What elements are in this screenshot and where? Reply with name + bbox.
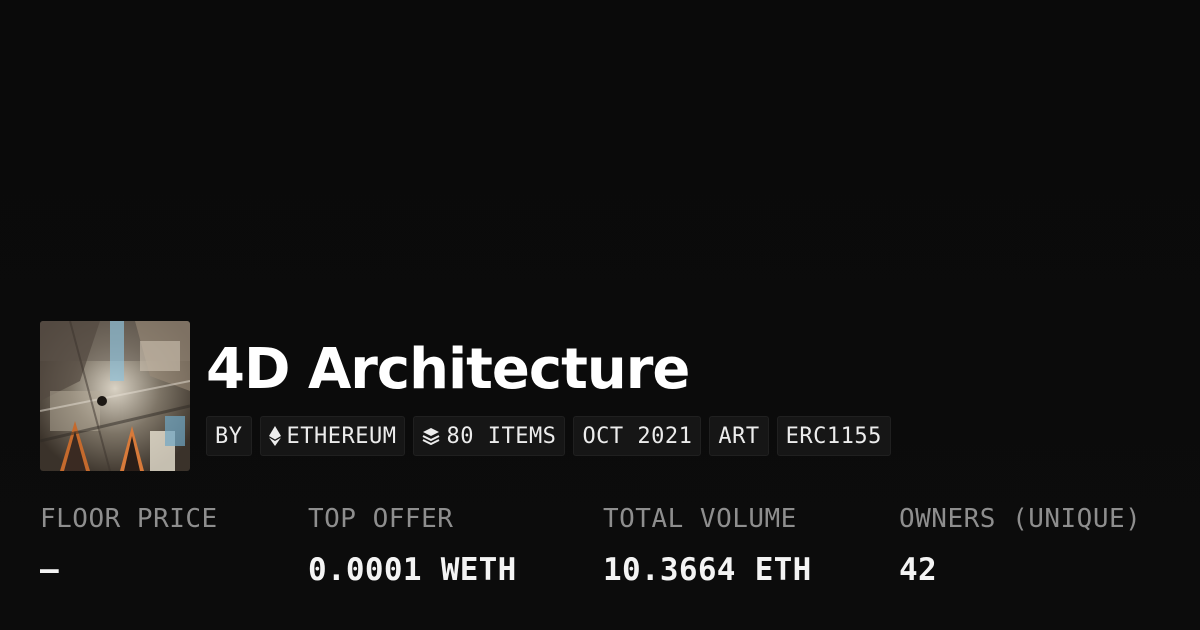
tag-chain[interactable]: ETHEREUM	[259, 416, 406, 456]
stat-label: FLOOR PRICE	[40, 504, 218, 534]
stat-value: 42	[899, 552, 937, 588]
stat-floor-price: FLOOR PRICE —	[40, 504, 308, 588]
tag-by[interactable]: BY	[206, 416, 252, 456]
tag-label: BY	[215, 423, 243, 449]
stat-total-volume: TOTAL VOLUME 10.3664 ETH	[603, 504, 899, 588]
tag-label: OCT 2021	[582, 423, 693, 449]
tag-category[interactable]: ART	[709, 416, 769, 456]
stat-top-offer: TOP OFFER 0.0001 WETH	[308, 504, 603, 588]
collection-stats: FLOOR PRICE — TOP OFFER 0.0001 WETH TOTA…	[40, 504, 1179, 588]
stat-label: OWNERS (UNIQUE)	[899, 504, 1142, 534]
tag-date[interactable]: OCT 2021	[573, 416, 702, 456]
tag-label: ETHEREUM	[286, 423, 397, 449]
collection-title: 4D Architecture	[206, 337, 690, 402]
tag-standard[interactable]: ERC1155	[776, 416, 891, 456]
collection-tags: BY ETHEREUM 80 ITEMS OCT 2021 ART ERC115…	[206, 416, 891, 456]
tag-label: ERC1155	[785, 423, 882, 449]
collection-card: 4D Architecture BY ETHEREUM 80 ITEMS OCT…	[0, 0, 1200, 630]
tag-items[interactable]: 80 ITEMS	[413, 416, 566, 456]
tag-label: 80 ITEMS	[446, 423, 557, 449]
stat-label: TOP OFFER	[308, 504, 454, 534]
title-block: 4D Architecture BY ETHEREUM 80 ITEMS OCT…	[206, 321, 891, 456]
stat-label: TOTAL VOLUME	[603, 504, 797, 534]
stat-value: —	[40, 552, 59, 588]
ethereum-icon	[268, 426, 281, 446]
stat-value: 10.3664 ETH	[603, 552, 812, 588]
tag-label: ART	[718, 423, 760, 449]
layers-icon	[422, 427, 440, 445]
stat-owners: OWNERS (UNIQUE) 42	[899, 504, 1179, 588]
collection-header: 4D Architecture BY ETHEREUM 80 ITEMS OCT…	[40, 321, 891, 471]
collection-thumbnail[interactable]	[40, 321, 190, 471]
architecture-artwork	[40, 321, 190, 471]
stat-value: 0.0001 WETH	[308, 552, 517, 588]
